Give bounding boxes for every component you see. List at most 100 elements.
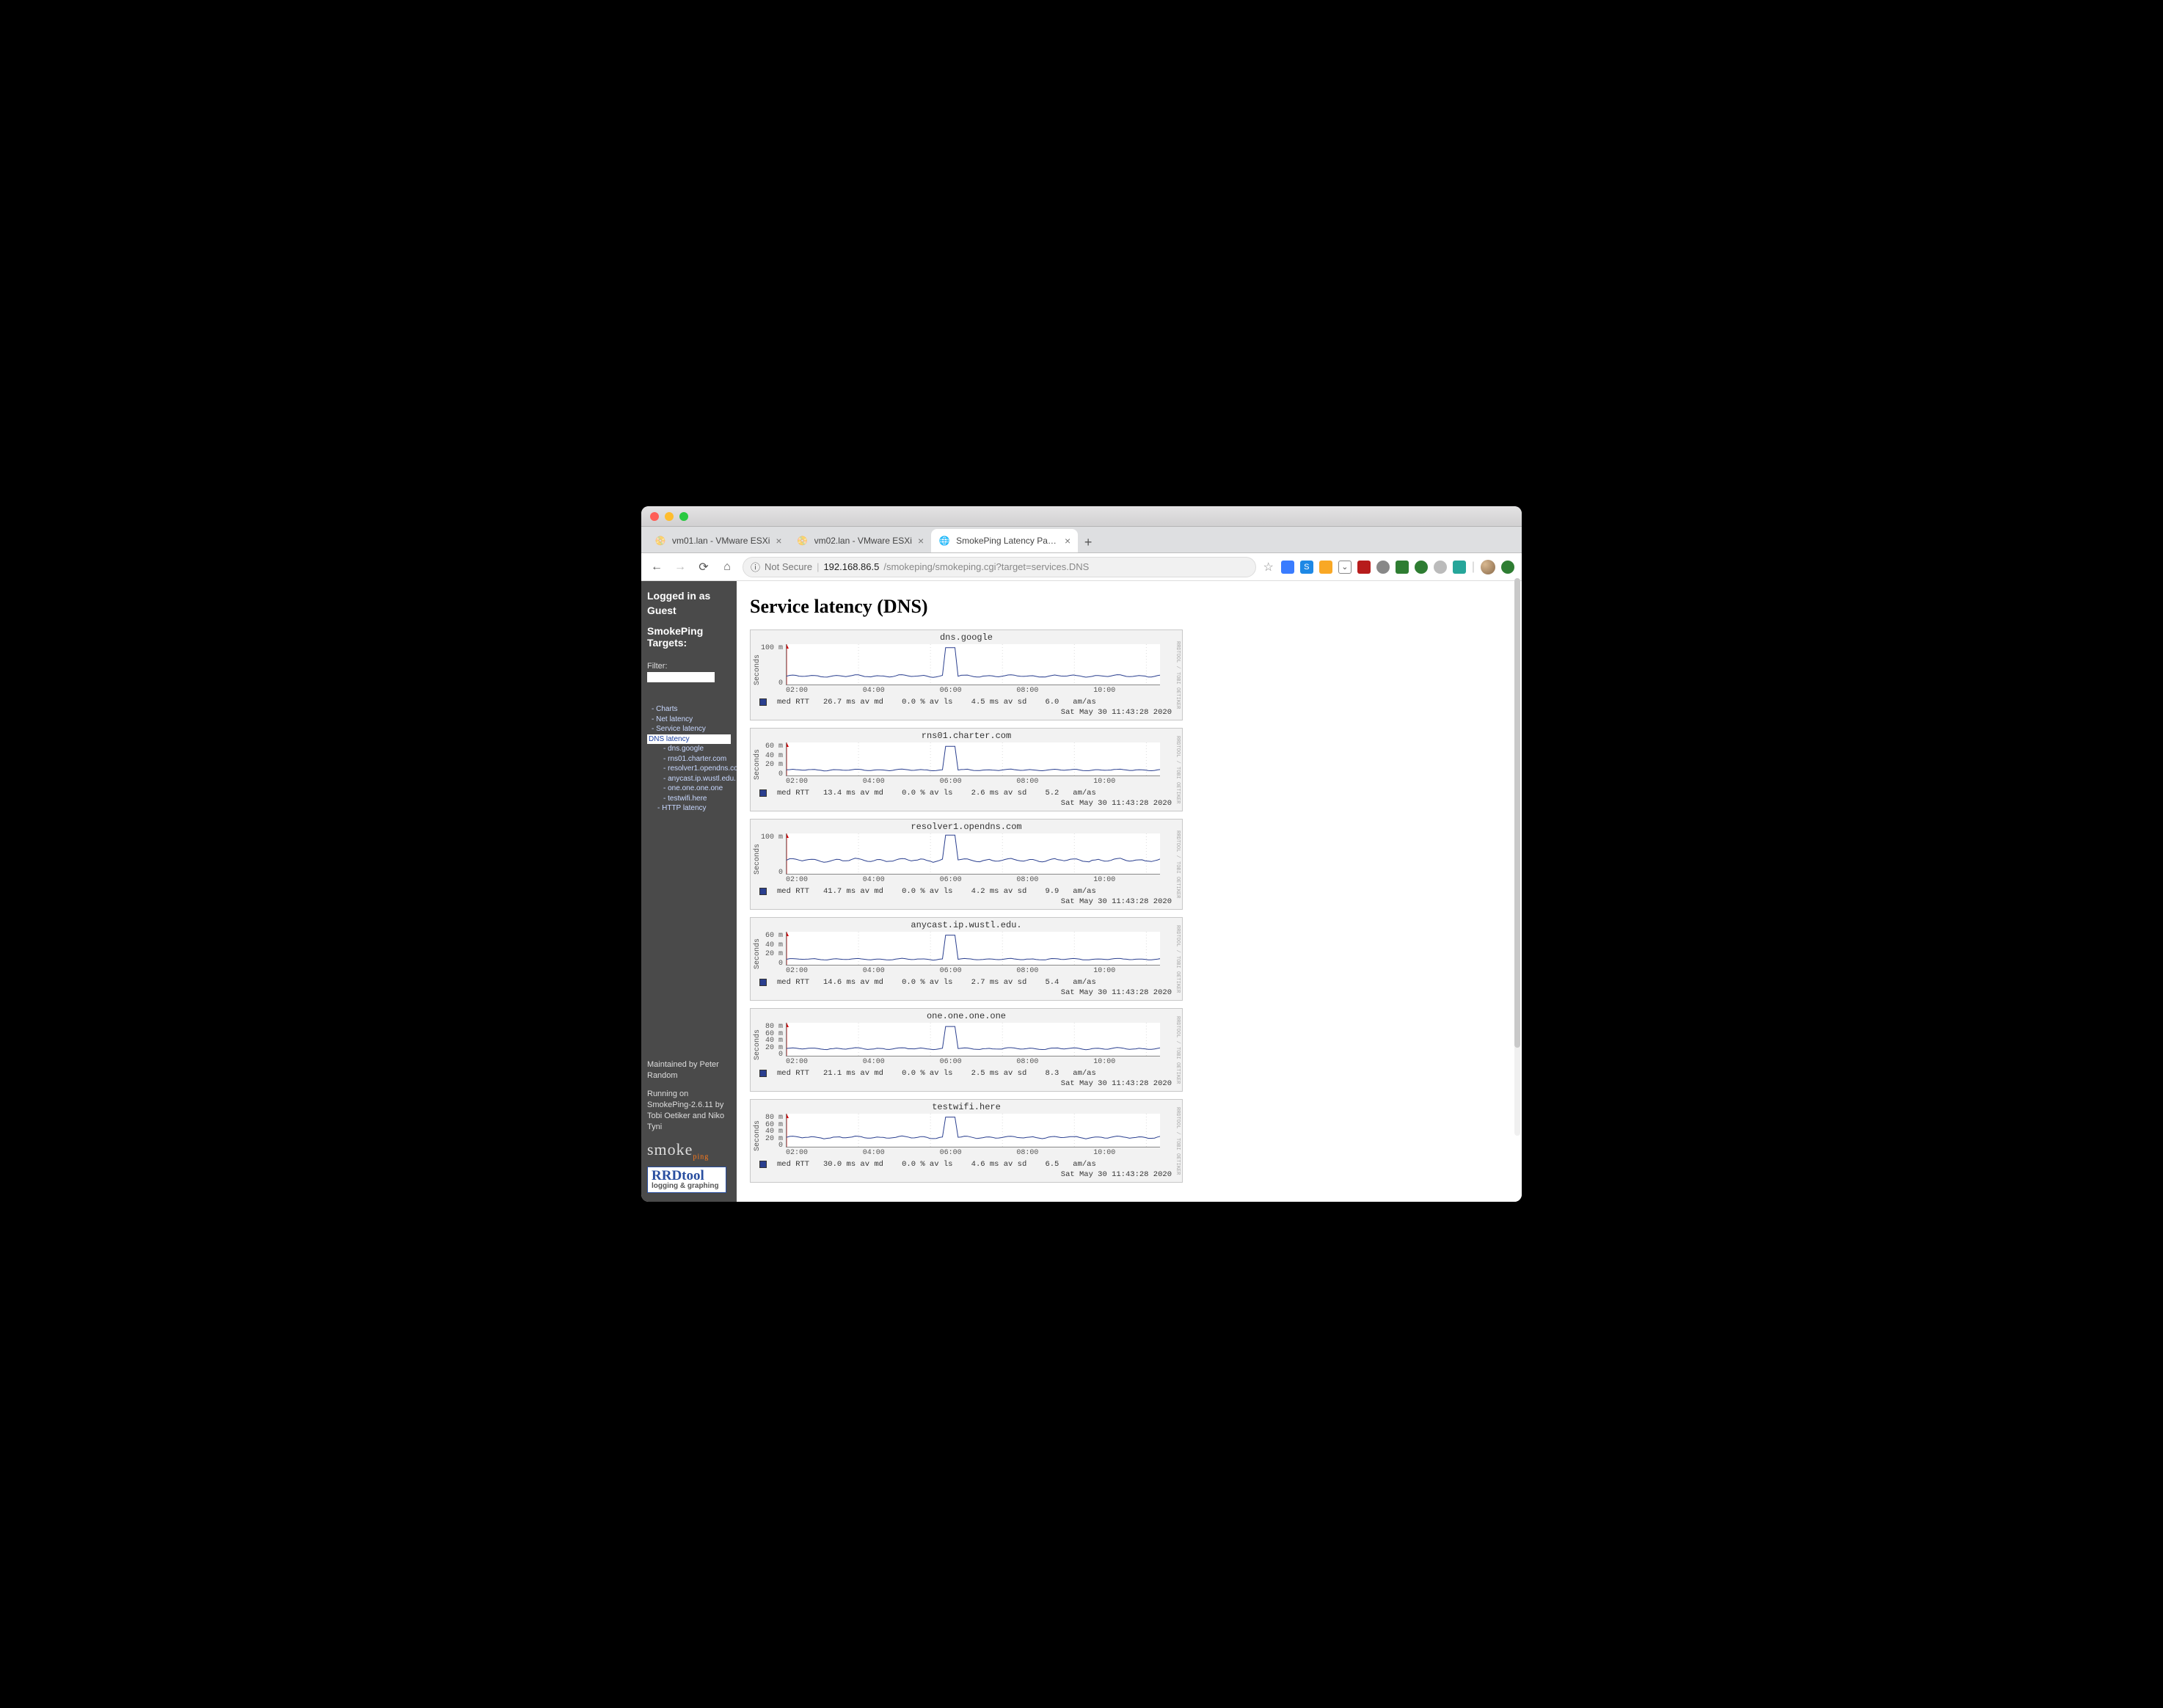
nav-item[interactable]: - Charts <box>647 704 731 715</box>
latency-graph[interactable]: anycast.ip.wustl.edu.RRDTOOL / TOBI OETI… <box>750 917 1183 1001</box>
close-window-button[interactable] <box>650 512 659 521</box>
ublock-icon[interactable] <box>1357 561 1371 574</box>
legend-swatch <box>759 888 767 895</box>
legend-swatch <box>759 789 767 797</box>
url-path: /smokeping/smokeping.cgi?target=services… <box>883 561 1089 572</box>
rrdtool-watermark: RRDTOOL / TOBI OETIKER <box>1172 921 1181 997</box>
plot-area: 80 m60 m40 m20 m0 <box>786 1023 1170 1056</box>
graph-legend: med RTT 30.0 ms av md 0.0 % av ls 4.6 ms… <box>759 1160 1173 1169</box>
login-status-line1: Logged in as <box>647 590 731 602</box>
plot-area: 100 m0 <box>786 644 1170 685</box>
profile-avatar[interactable] <box>1481 560 1495 574</box>
extension-icon[interactable]: S <box>1300 561 1313 574</box>
filter-label: Filter: <box>647 662 731 671</box>
extension-icon[interactable] <box>1281 561 1294 574</box>
info-icon: ⓘ <box>751 560 760 574</box>
extension-icon[interactable] <box>1376 561 1390 574</box>
bookmark-star-icon[interactable]: ☆ <box>1263 560 1274 574</box>
smokeping-logo[interactable]: smokeping <box>647 1140 731 1161</box>
graph-title: dns.google <box>751 630 1182 643</box>
y-tick: 0 <box>756 869 783 877</box>
graph-title: testwifi.here <box>751 1100 1182 1112</box>
rrdtool-watermark: RRDTOOL / TOBI OETIKER <box>1172 633 1181 717</box>
rrdtool-logo[interactable]: RRDtool logging & graphing <box>647 1167 726 1193</box>
nav-item[interactable]: - rns01.charter.com <box>647 754 731 764</box>
close-tab-icon[interactable]: × <box>918 535 924 547</box>
home-button[interactable]: ⌂ <box>719 561 735 574</box>
forward-button[interactable]: → <box>672 561 688 574</box>
nav-item[interactable]: - dns.google <box>647 744 731 754</box>
browser-tab[interactable]: 📀 vm01.lan - VMware ESXi × <box>647 529 789 552</box>
back-button[interactable]: ← <box>649 561 665 574</box>
rrdtool-watermark: RRDTOOL / TOBI OETIKER <box>1172 822 1181 906</box>
evernote-icon[interactable] <box>1396 561 1409 574</box>
latency-graph[interactable]: rns01.charter.comRRDTOOL / TOBI OETIKERS… <box>750 728 1183 811</box>
filter-input[interactable] <box>647 672 715 682</box>
graph-timestamp: Sat May 30 11:43:28 2020 <box>751 799 1182 811</box>
nav-item[interactable]: - HTTP latency <box>647 803 731 814</box>
legend-swatch <box>759 1070 767 1077</box>
graph-timestamp: Sat May 30 11:43:28 2020 <box>751 1170 1182 1182</box>
graph-timestamp: Sat May 30 11:43:28 2020 <box>751 1079 1182 1091</box>
minimize-window-button[interactable] <box>665 512 674 521</box>
y-tick: 0 <box>756 1142 783 1150</box>
legend-swatch <box>759 698 767 706</box>
graph-legend: med RTT 41.7 ms av md 0.0 % av ls 4.2 ms… <box>759 887 1173 896</box>
vertical-scrollbar[interactable] <box>1514 581 1520 1136</box>
plot-area: 60 m40 m20 m0 <box>786 742 1170 776</box>
nav-item[interactable]: DNS latency <box>647 734 731 745</box>
nav-item[interactable]: - testwifi.here <box>647 794 731 804</box>
y-tick: 60 m <box>756 742 783 751</box>
new-tab-button[interactable]: + <box>1078 532 1098 552</box>
page-content: Logged in as Guest SmokePing Targets: Fi… <box>641 581 1522 1202</box>
vmware-icon: 📀 <box>654 535 666 547</box>
maximize-window-button[interactable] <box>679 512 688 521</box>
browser-window: 📀vm01.lan - VMware ESXi×📀vm02.lan - VMwa… <box>641 506 1522 1202</box>
y-tick: 60 m <box>756 932 783 940</box>
scrollbar-thumb[interactable] <box>1514 581 1520 1048</box>
y-tick: 20 m <box>756 950 783 958</box>
legend-text: med RTT 41.7 ms av md 0.0 % av ls 4.2 ms… <box>777 887 1096 896</box>
x-ticks: 02:0004:0006:0008:0010:00 <box>786 1149 1170 1157</box>
close-tab-icon[interactable]: × <box>776 535 781 547</box>
y-tick: 40 m <box>756 941 783 949</box>
graph-timestamp: Sat May 30 11:43:28 2020 <box>751 988 1182 1000</box>
window-controls <box>650 512 688 521</box>
tab-strip: 📀vm01.lan - VMware ESXi×📀vm02.lan - VMwa… <box>641 527 1522 553</box>
latency-graph[interactable]: dns.googleRRDTOOL / TOBI OETIKERSeconds1… <box>750 629 1183 720</box>
legend-text: med RTT 14.6 ms av md 0.0 % av ls 2.7 ms… <box>777 978 1096 987</box>
nav-item[interactable]: - resolver1.opendns.com <box>647 764 731 774</box>
browser-tab[interactable]: 🌐SmokePing Latency Page for S× <box>931 529 1078 552</box>
x-ticks: 02:0004:0006:0008:0010:00 <box>786 778 1170 786</box>
pocket-icon[interactable]: ⌄ <box>1338 561 1352 574</box>
nav-item[interactable]: - Service latency <box>647 724 731 734</box>
address-bar[interactable]: ⓘ Not Secure | 192.168.86.5/smokeping/sm… <box>743 557 1256 577</box>
close-tab-icon[interactable]: × <box>1065 535 1070 547</box>
extension-icon[interactable] <box>1434 561 1447 574</box>
latency-graph[interactable]: resolver1.opendns.comRRDTOOL / TOBI OETI… <box>750 819 1183 910</box>
graph-title: one.one.one.one <box>751 1009 1182 1021</box>
latency-graph[interactable]: testwifi.hereRRDTOOL / TOBI OETIKERSecon… <box>750 1099 1183 1183</box>
extension-icon[interactable] <box>1501 561 1514 574</box>
graph-legend: med RTT 14.6 ms av md 0.0 % av ls 2.7 ms… <box>759 978 1173 987</box>
extension-icon[interactable] <box>1319 561 1332 574</box>
targets-heading: SmokePing Targets: <box>647 625 731 649</box>
nav-item[interactable]: - Net latency <box>647 715 731 725</box>
y-tick: 0 <box>756 960 783 968</box>
legend-text: med RTT 26.7 ms av md 0.0 % av ls 4.5 ms… <box>777 698 1096 707</box>
reload-button[interactable]: ⟳ <box>696 560 712 574</box>
browser-toolbar: ← → ⟳ ⌂ ⓘ Not Secure | 192.168.86.5/smok… <box>641 553 1522 581</box>
browser-tab[interactable]: 📀vm02.lan - VMware ESXi× <box>789 529 932 552</box>
sidebar: Logged in as Guest SmokePing Targets: Fi… <box>641 581 737 1202</box>
latency-graph[interactable]: one.one.one.oneRRDTOOL / TOBI OETIKERSec… <box>750 1008 1183 1092</box>
x-ticks: 02:0004:0006:0008:0010:00 <box>786 967 1170 975</box>
graph-title: resolver1.opendns.com <box>751 820 1182 832</box>
extension-icon[interactable] <box>1453 561 1466 574</box>
extension-icon[interactable] <box>1415 561 1428 574</box>
nav-item[interactable]: - anycast.ip.wustl.edu. <box>647 774 731 784</box>
nav-item[interactable]: - one.one.one.one <box>647 784 731 794</box>
y-tick: 0 <box>756 770 783 778</box>
tab-label: vm01.lan - VMware ESXi <box>672 536 770 546</box>
x-ticks: 02:0004:0006:0008:0010:00 <box>786 687 1170 695</box>
tab-label: SmokePing Latency Page for S <box>956 536 1059 546</box>
